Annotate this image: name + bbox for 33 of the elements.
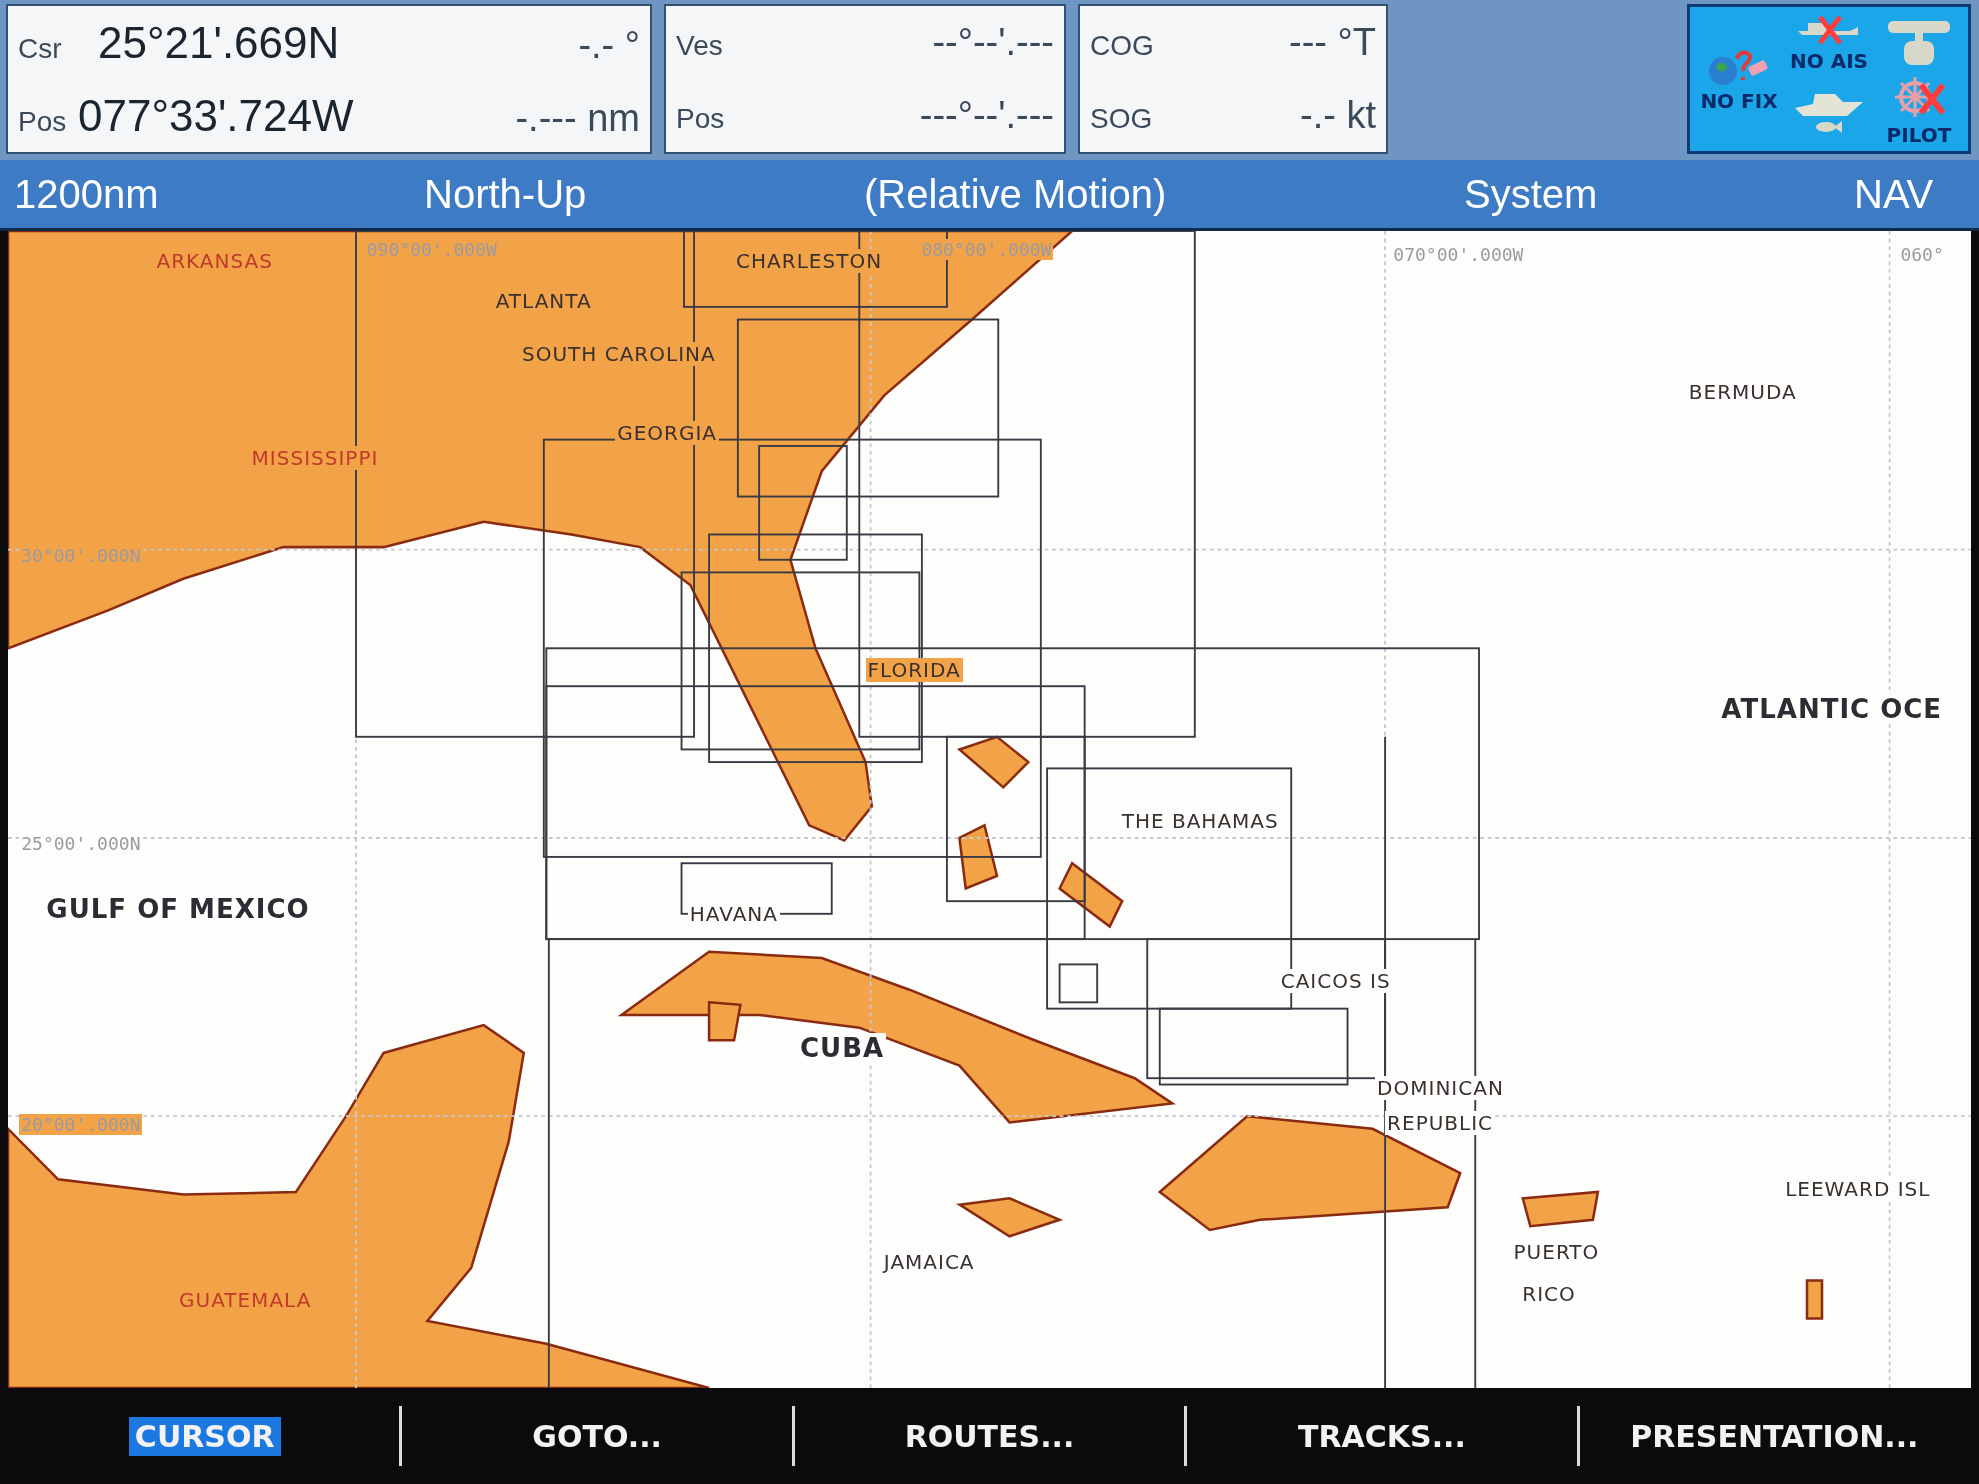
field-label: SOG bbox=[1090, 103, 1150, 135]
place-label: FLORIDA bbox=[865, 658, 963, 683]
grid-coordinate-label: 20°00'.000N bbox=[19, 1113, 143, 1135]
status-label: PILOT bbox=[1886, 123, 1952, 147]
status-label: NO FIX bbox=[1700, 89, 1778, 113]
orientation-text: North-Up bbox=[424, 171, 588, 217]
field-reading: ---°--'.--- bbox=[919, 94, 1054, 137]
softkey-button[interactable]: PRESENTATION... bbox=[1576, 1406, 1970, 1466]
softkey-button[interactable]: GOTO... bbox=[399, 1406, 792, 1466]
coordinate-value: 077°33'.724W bbox=[78, 90, 354, 141]
place-label: SOUTH CAROLINA bbox=[520, 342, 718, 367]
reference-text: System bbox=[1464, 171, 1599, 217]
motion-mode-text: (Relative Motion) bbox=[864, 171, 1168, 217]
grid-coordinate-label: 080°00'.000W bbox=[919, 238, 1054, 260]
field-reading: --- °T bbox=[1289, 21, 1376, 64]
field-label: Csr bbox=[18, 32, 63, 65]
field-label: Pos bbox=[676, 103, 726, 135]
field-label: COG bbox=[1090, 30, 1150, 62]
status-label: NO AIS bbox=[1790, 49, 1868, 73]
field-reading: --°--'.--- bbox=[932, 21, 1054, 64]
range-text: 1200nm bbox=[14, 171, 160, 217]
place-label: GEORGIA bbox=[615, 420, 720, 445]
field-label: Pos bbox=[18, 105, 68, 138]
softkey-button[interactable]: CURSOR bbox=[10, 1406, 400, 1466]
field-reading: -.- kt bbox=[1300, 94, 1376, 137]
softkey-button[interactable]: ROUTES... bbox=[791, 1406, 1185, 1466]
coordinate-value: 25°21'.669N bbox=[98, 17, 340, 68]
softkey-button[interactable]: TRACKS... bbox=[1184, 1406, 1577, 1466]
field-reading: -.--- nm bbox=[515, 96, 640, 140]
field-reading: -.- ° bbox=[578, 23, 640, 67]
fish-icon bbox=[1814, 120, 1844, 134]
mode-text: NAV bbox=[1854, 171, 1934, 217]
field-label: Ves bbox=[676, 30, 724, 62]
